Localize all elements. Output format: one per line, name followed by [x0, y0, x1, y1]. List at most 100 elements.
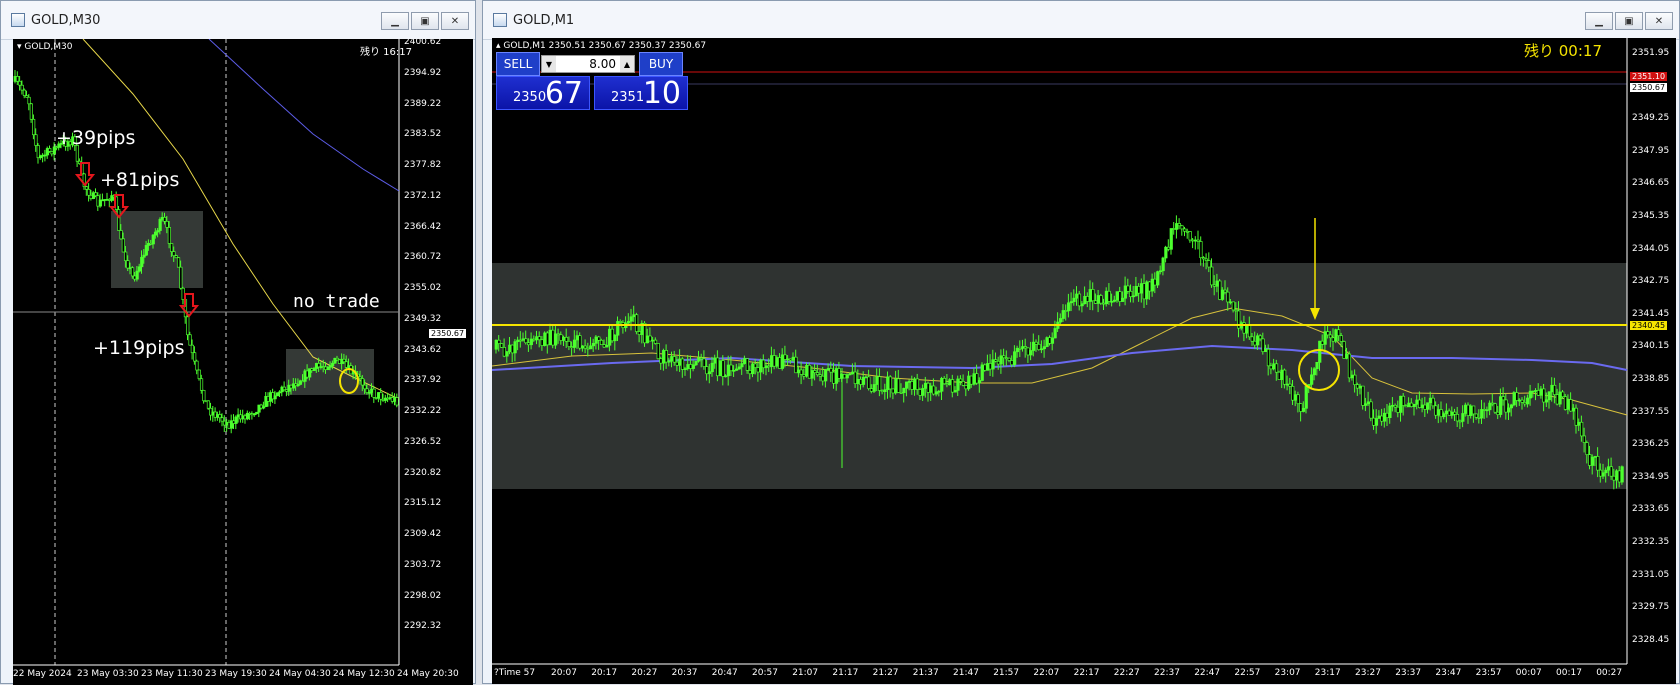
m30-candle: [273, 395, 277, 400]
sell-button[interactable]: SELL: [496, 52, 540, 76]
m1-candle: [864, 376, 868, 379]
m1-candle: [832, 371, 836, 384]
m1-candle: [602, 344, 606, 348]
time-axis-label: 20:07: [551, 668, 577, 678]
m1-candle: [926, 382, 930, 393]
price-axis-label: 2332.35: [1632, 537, 1670, 547]
m1-candle: [1196, 239, 1200, 242]
m1-candle: [1269, 365, 1273, 370]
m1-candle: [1507, 407, 1511, 413]
m30-candle: [137, 266, 142, 272]
m1-candle: [1366, 401, 1370, 405]
m1-candle: [896, 378, 901, 393]
m30-candle: [15, 76, 20, 82]
m30-candle: [124, 251, 128, 262]
m1-candle: [1582, 435, 1586, 443]
buy-button[interactable]: BUY: [639, 52, 683, 76]
m1-candle: [1509, 404, 1514, 409]
m1-candle: [1339, 335, 1343, 342]
m1-candle: [1175, 223, 1179, 230]
m1-candle: [1229, 301, 1233, 304]
m1-candle: [1083, 296, 1087, 305]
close-button[interactable]: ✕: [441, 12, 469, 30]
m1-candle: [1193, 239, 1198, 242]
m1-candle: [1418, 399, 1422, 408]
m1-candle: [1037, 343, 1041, 351]
m30-candle: [282, 386, 286, 391]
minimize-button[interactable]: ▁: [381, 12, 409, 30]
m1-candle: [1013, 351, 1017, 366]
m1-candle: [1455, 413, 1460, 422]
m1-candle: [1474, 413, 1478, 418]
bid-price-box[interactable]: 2350 67: [496, 76, 590, 111]
m1-candle: [572, 339, 577, 348]
m1-candle: [875, 376, 879, 385]
m1-candle: [1515, 392, 1519, 401]
time-axis-label: ?Time 57: [494, 668, 536, 678]
time-axis-label: 22 May 2024: [13, 669, 72, 679]
m1-candle: [1358, 385, 1362, 389]
price-axis-label: 2336.25: [1632, 439, 1670, 450]
m1-candle: [1266, 348, 1271, 367]
chart-area-m1[interactable]: ▴ GOLD,M1 2350.51 2350.67 2350.37 2350.6…: [492, 38, 1676, 684]
m1-candle: [1407, 402, 1411, 408]
m1-candle: [581, 345, 585, 349]
m1-candle: [1040, 348, 1044, 351]
m1-candle: [1085, 296, 1090, 302]
m1-candle: [1064, 310, 1068, 312]
m1-candle: [1158, 270, 1163, 273]
m1-candle: [1415, 399, 1419, 405]
close-button[interactable]: ✕: [1645, 12, 1673, 30]
window-titlebar[interactable]: GOLD,M30 ▁ ▣ ✕: [1, 1, 475, 40]
m1-candle: [1161, 257, 1165, 272]
lot-increase-button[interactable]: ▲: [620, 56, 634, 72]
m1-candle: [1002, 355, 1006, 359]
chart-area-m30[interactable]: ▾ GOLD,M30 残り 16:17 +39pips +81pips +119…: [13, 39, 473, 685]
maximize-button[interactable]: ▣: [1615, 12, 1643, 30]
m1-candle: [980, 364, 984, 381]
m1-candle: [1277, 371, 1281, 380]
ask-price-box[interactable]: 2351 10: [594, 76, 688, 111]
minimize-icon: ▁: [1595, 15, 1603, 27]
minimize-button[interactable]: ▁: [1585, 12, 1613, 30]
m1-candle: [791, 356, 795, 361]
lot-size-input[interactable]: [556, 57, 620, 71]
price-axis-label: 2328.45: [1632, 634, 1670, 645]
m1-candle: [594, 336, 598, 344]
m1-candle: [1188, 231, 1192, 241]
lot-decrease-button[interactable]: ▼: [542, 56, 556, 72]
annotation-81pips: +81pips: [100, 169, 180, 191]
m1-candle: [950, 379, 955, 393]
m1-candle: [1423, 404, 1427, 410]
m1-candle: [1563, 396, 1568, 410]
price-axis-label: 2383.52: [404, 129, 442, 140]
m1-candle: [497, 339, 501, 344]
m30-candle: [121, 238, 125, 253]
maximize-button[interactable]: ▣: [411, 12, 439, 30]
m1-candle: [802, 374, 806, 377]
m1-candle: [1385, 412, 1389, 418]
m1-candle: [1042, 346, 1046, 350]
price-axis-label: 2344.05: [1632, 243, 1670, 254]
price-axis-label: 2337.55: [1632, 406, 1670, 417]
m1-candle: [1183, 228, 1187, 232]
chevron-up-icon: ▲: [623, 59, 631, 69]
m1-candle: [1447, 410, 1451, 416]
m1-candle: [1129, 290, 1133, 297]
m1-candle: [1504, 399, 1508, 413]
m30-candle: [167, 227, 171, 244]
m1-candle: [575, 335, 579, 341]
m1-candle: [972, 373, 976, 385]
price-axis-label: 2329.75: [1632, 602, 1670, 613]
m1-candle: [1283, 369, 1287, 385]
m1-candle: [1620, 466, 1624, 483]
window-titlebar[interactable]: GOLD,M1 ▁ ▣ ✕: [483, 1, 1679, 40]
m1-candle: [1226, 291, 1230, 303]
m1-candle: [1048, 337, 1052, 344]
m30-candle: [48, 148, 52, 152]
m1-candle: [1218, 280, 1222, 300]
m1-candle: [1439, 409, 1443, 418]
m1-candle: [605, 344, 609, 348]
price-axis-label: 2315.12: [404, 498, 442, 509]
m1-candle: [1164, 246, 1168, 259]
